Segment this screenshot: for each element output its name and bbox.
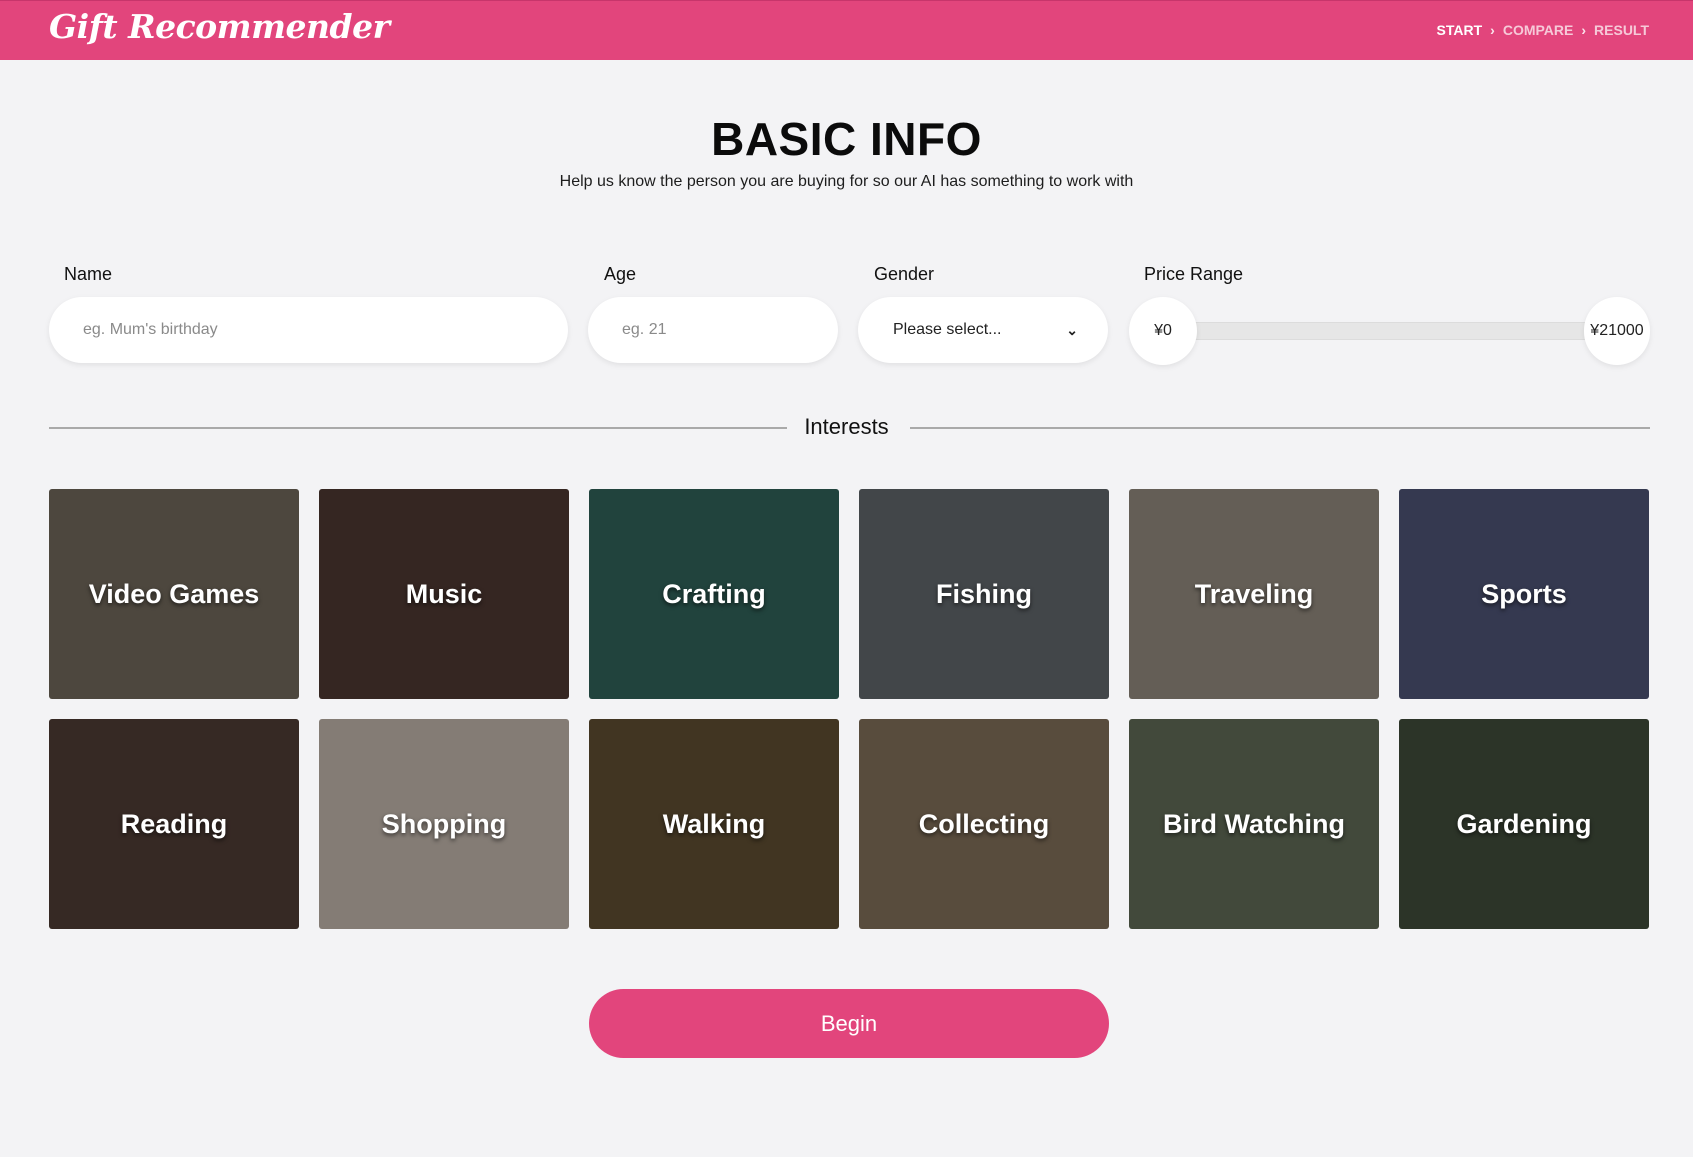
tile-label: Shopping — [381, 808, 507, 839]
interest-tile-gardening[interactable]: Gardening — [1399, 719, 1649, 929]
brand-logo[interactable]: Gift Recommender — [49, 7, 390, 46]
tile-label: Traveling — [1194, 578, 1314, 609]
tile-label: Collecting — [918, 808, 1050, 839]
step-start[interactable]: START — [1437, 22, 1483, 38]
interest-tile-reading[interactable]: Reading — [49, 719, 299, 929]
chevron-right-icon: › — [1490, 22, 1495, 38]
interest-tile-crafting[interactable]: Crafting — [589, 489, 839, 699]
price-range-label: Price Range — [1144, 264, 1244, 284]
price-min-handle[interactable]: ¥0 — [1129, 297, 1197, 365]
tile-label: Bird Watching — [1163, 808, 1345, 839]
interest-tile-music[interactable]: Music — [319, 489, 569, 699]
chevron-down-icon: ⌄ — [1066, 321, 1078, 338]
interest-tile-collecting[interactable]: Collecting — [859, 719, 1109, 929]
age-label: Age — [604, 264, 637, 284]
name-field-container — [49, 297, 568, 363]
gender-select[interactable]: Please select... ⌄ — [858, 297, 1108, 363]
interest-tile-sports[interactable]: Sports — [1399, 489, 1649, 699]
interest-tile-fishing[interactable]: Fishing — [859, 489, 1109, 699]
tile-label: Crafting — [662, 578, 766, 609]
tile-label: Reading — [120, 808, 228, 839]
begin-button[interactable]: Begin — [589, 989, 1109, 1058]
interests-heading: Interests — [804, 414, 889, 439]
top-nav-bar: Gift Recommender START › COMPARE › RESUL… — [0, 0, 1693, 60]
tile-label: Music — [405, 578, 483, 609]
step-compare[interactable]: COMPARE — [1503, 22, 1574, 38]
interest-tile-traveling[interactable]: Traveling — [1129, 489, 1379, 699]
interest-tile-shopping[interactable]: Shopping — [319, 719, 569, 929]
progress-steps: START › COMPARE › RESULT — [1437, 22, 1649, 38]
age-field-container — [588, 297, 838, 363]
page-subtitle: Help us know the person you are buying f… — [559, 173, 1134, 190]
name-input[interactable] — [81, 320, 568, 340]
tile-label: Fishing — [936, 578, 1032, 609]
tile-label: Gardening — [1456, 808, 1592, 839]
interest-tile-video-games[interactable]: Video Games — [49, 489, 299, 699]
name-label: Name — [64, 264, 113, 284]
interest-tile-walking[interactable]: Walking — [589, 719, 839, 929]
step-result[interactable]: RESULT — [1594, 22, 1649, 38]
interest-tile-bird-watching[interactable]: Bird Watching — [1129, 719, 1379, 929]
price-max-handle[interactable]: ¥21000 — [1584, 297, 1650, 365]
chevron-right-icon: › — [1581, 22, 1587, 38]
price-range-track[interactable] — [1190, 322, 1590, 340]
gender-selected-value: Please select... — [893, 321, 1002, 338]
tile-label: Video Games — [88, 578, 260, 609]
tile-label: Sports — [1481, 578, 1567, 609]
page-title: BASIC INFO — [711, 113, 982, 165]
gender-label: Gender — [874, 264, 935, 284]
tile-label: Walking — [662, 808, 766, 839]
age-input[interactable] — [620, 320, 838, 340]
